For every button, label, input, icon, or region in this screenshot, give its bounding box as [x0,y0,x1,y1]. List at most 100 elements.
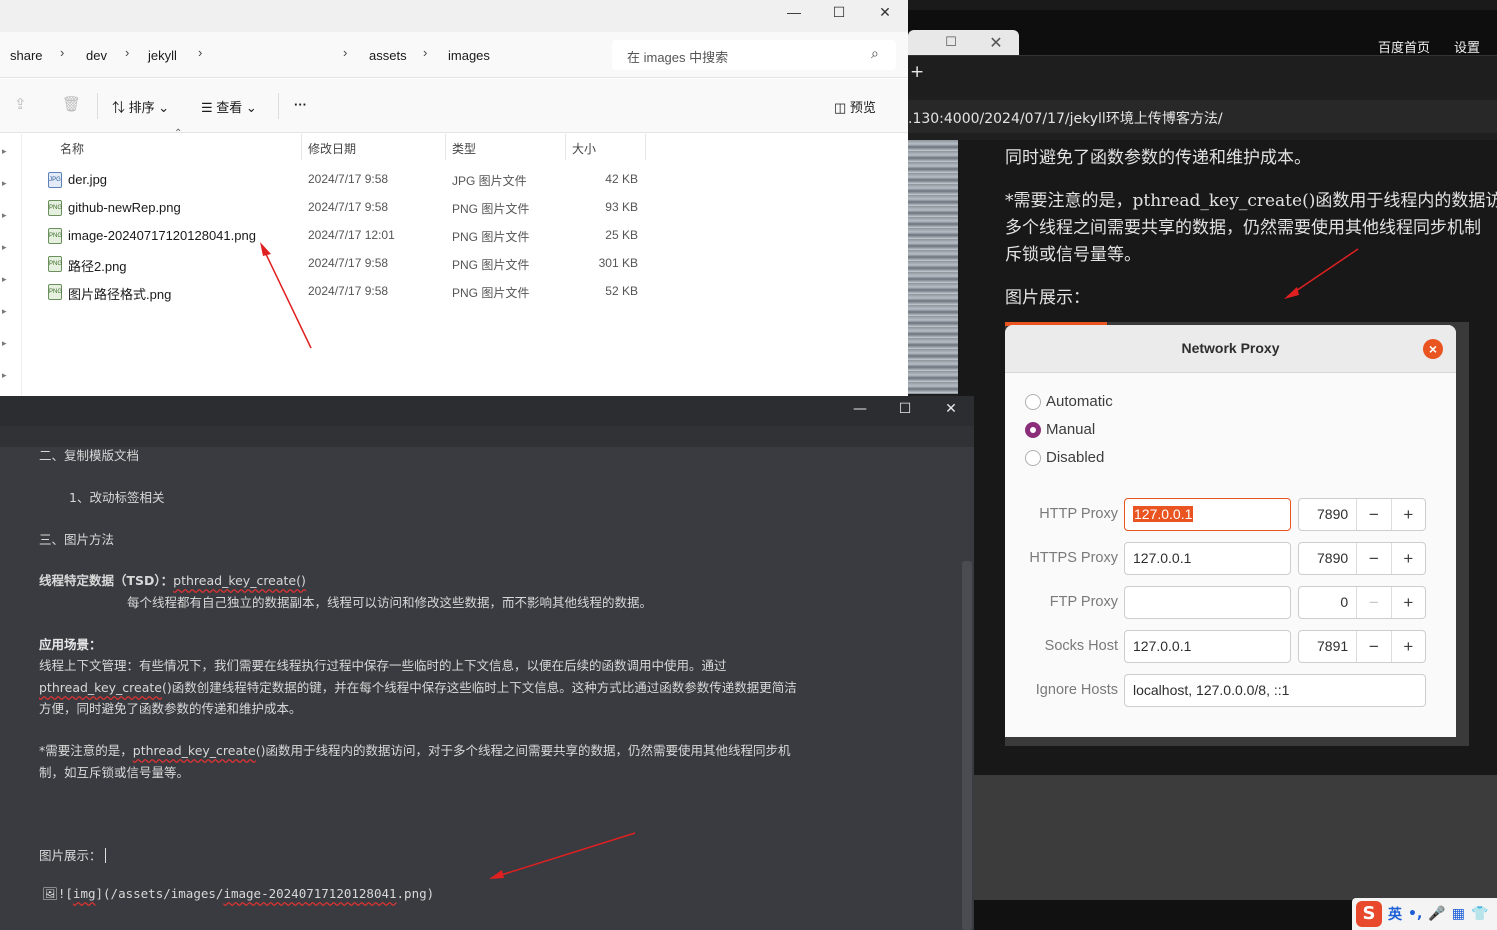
scenario-text[interactable]: 线程上下文管理：有些情况下，我们需要在线程执行过程中保存一些临时的上下文信息，以… [39,655,727,674]
expand-arrow-icon[interactable]: ▸ [2,306,7,317]
ime-language-toggle[interactable]: 英 [1388,904,1402,924]
more-options-button[interactable]: ··· [294,97,307,112]
ftp-proxy-host-input[interactable] [1124,586,1291,619]
http-proxy-host-input[interactable]: 127.0.0.1 [1124,498,1291,531]
expand-arrow-icon[interactable]: ▸ [2,242,7,253]
chevron-right-icon[interactable]: › [343,45,347,60]
search-icon[interactable]: ⌕ [871,45,879,62]
file-name[interactable]: 路径2.png [68,256,127,275]
ime-skin-icon[interactable]: 👕 [1471,906,1488,922]
increment-button[interactable]: + [1390,543,1425,574]
expand-arrow-icon[interactable]: ▸ [2,370,7,381]
markdown-image-link[interactable]: 🖼![img](/assets/images/image-20240717120… [42,886,434,902]
file-row[interactable]: JPG der.jpg 2024/7/17 9:58 JPG 图片文件 42 K… [45,166,645,194]
https-proxy-port-stepper[interactable]: 7890 − + [1298,542,1426,575]
decrement-button[interactable]: − [1356,499,1390,530]
ime-punctuation-icon[interactable]: •, [1408,906,1422,922]
url-text[interactable]: .130:4000/2024/07/17/jekyll环境上传博客方法/ [908,108,1223,128]
column-separator[interactable] [645,134,646,160]
chevron-right-icon[interactable]: › [125,45,129,60]
heading-image-method[interactable]: 三、图片方法 [39,529,114,548]
file-name[interactable]: der.jpg [68,172,107,187]
radio-button[interactable] [1025,421,1041,438]
heading-copy-template[interactable]: 二、复制模版文档 [39,445,139,464]
minimize-icon[interactable]: — [845,401,875,423]
note-text[interactable]: *需要注意的是，pthread_key_create()函数用于线程内的数据访问… [39,740,791,759]
close-icon[interactable]: ✕ [987,34,1005,52]
close-icon[interactable]: ✕ [936,401,966,423]
expand-arrow-icon[interactable]: ▸ [2,178,7,189]
breadcrumb-images[interactable]: images [448,48,490,63]
vertical-scrollbar[interactable] [962,561,972,930]
chevron-right-icon[interactable]: › [423,45,427,60]
chevron-right-icon[interactable]: › [60,45,64,60]
file-row[interactable]: PNG 图片路径格式.png 2024/7/17 9:58 PNG 图片文件 5… [45,278,645,306]
preview-pane-button[interactable]: ◫ 预览 [834,97,876,116]
ime-mic-icon[interactable]: 🎤 [1428,906,1445,922]
maximize-icon[interactable]: ☐ [890,401,920,423]
file-name[interactable]: image-20240717120128041.png [68,228,256,243]
file-row[interactable]: PNG image-20240717120128041.png 2024/7/1… [45,222,645,250]
ftp-proxy-port-stepper[interactable]: 0 − + [1298,586,1426,619]
scenario-label[interactable]: 应用场景： [39,634,102,653]
expand-arrow-icon[interactable]: ▸ [2,274,7,285]
radio-button[interactable] [1025,393,1041,410]
close-icon[interactable]: ✕ [862,2,908,26]
ime-toolbar[interactable]: S 英 •, 🎤 ▦ 👕 [1352,898,1497,930]
increment-button[interactable]: + [1390,587,1425,618]
socks-port-stepper[interactable]: 7891 − + [1298,630,1426,663]
minimize-icon[interactable]: — [771,2,817,26]
new-tab-button[interactable]: + [910,62,924,82]
port-value[interactable]: 0 [1299,587,1356,618]
column-separator[interactable] [565,134,566,160]
https-proxy-host-input[interactable]: 127.0.0.1 [1124,542,1291,575]
share-icon[interactable]: ⇪ [14,95,27,113]
column-header-type[interactable]: 类型 [452,140,476,157]
radio-manual[interactable]: Manual [1025,421,1095,438]
image-label-line[interactable]: 图片展示： [39,845,106,864]
scenario-text[interactable]: pthread_key_create()函数创建线程特定数据的键，并在每个线程中… [39,677,797,696]
ignore-hosts-input[interactable]: localhost, 127.0.0.0/8, ::1 [1124,674,1426,707]
decrement-button[interactable]: − [1356,543,1390,574]
breadcrumb-dev[interactable]: dev [86,48,107,63]
maximize-icon[interactable]: ☐ [816,2,862,26]
file-name[interactable]: github-newRep.png [68,200,181,215]
tsd-description[interactable]: 每个线程都有自己独立的数据副本，线程可以访问和修改这些数据，而不影响其他线程的数… [127,592,652,611]
settings-link[interactable]: 设置 [1454,37,1480,56]
column-separator[interactable] [301,134,302,160]
radio-disabled[interactable]: Disabled [1025,449,1104,466]
column-header-size[interactable]: 大小 [572,140,596,157]
port-value[interactable]: 7891 [1299,631,1356,662]
ime-keyboard-icon[interactable]: ▦ [1452,906,1465,922]
radio-button[interactable] [1025,449,1041,466]
breadcrumb-jekyll[interactable]: jekyll [148,48,177,63]
list-item-tags[interactable]: 1、改动标签相关 [69,487,164,506]
expand-arrow-icon[interactable]: ▸ [2,210,7,221]
socks-host-input[interactable]: 127.0.0.1 [1124,630,1291,663]
breadcrumb-share[interactable]: share [10,48,43,63]
expand-arrow-icon[interactable]: ▸ [2,146,7,157]
file-name[interactable]: 图片路径格式.png [68,284,171,303]
note-text[interactable]: 制，如互斥锁或信号量等。 [39,762,189,781]
column-separator[interactable] [445,134,446,160]
view-button[interactable]: ☰ 查看 ⌄ [201,97,257,116]
increment-button[interactable]: + [1390,631,1425,662]
delete-icon[interactable]: 🗑 [62,95,81,113]
http-proxy-port-stepper[interactable]: 7890 − + [1298,498,1426,531]
maximize-icon[interactable]: ☐ [942,34,960,52]
chevron-right-icon[interactable]: › [198,45,202,60]
tsd-line[interactable]: 线程特定数据（TSD）：pthread_key_create() [39,570,306,589]
port-value[interactable]: 7890 [1299,499,1356,530]
increment-button[interactable]: + [1390,499,1425,530]
search-input[interactable]: 在 images 中搜索 ⌕ [612,40,896,70]
breadcrumb-assets[interactable]: assets [369,48,407,63]
close-icon[interactable]: × [1423,339,1443,359]
navigation-pane[interactable]: ▸ ▸ ▸ ▸ ▸ ▸ ▸ ▸ [0,134,22,396]
scenario-text[interactable]: 方便，同时避免了函数参数的传递和维护成本。 [39,698,302,717]
file-row[interactable]: PNG 路径2.png 2024/7/17 9:58 PNG 图片文件 301 … [45,250,645,278]
baidu-home-link[interactable]: 百度首页 [1378,37,1430,56]
decrement-button[interactable]: − [1356,631,1390,662]
sort-button[interactable]: ⇅ 排序 ⌄ [112,97,169,116]
column-header-date[interactable]: 修改日期 [308,140,356,157]
column-header-name[interactable]: 名称 [60,140,84,157]
